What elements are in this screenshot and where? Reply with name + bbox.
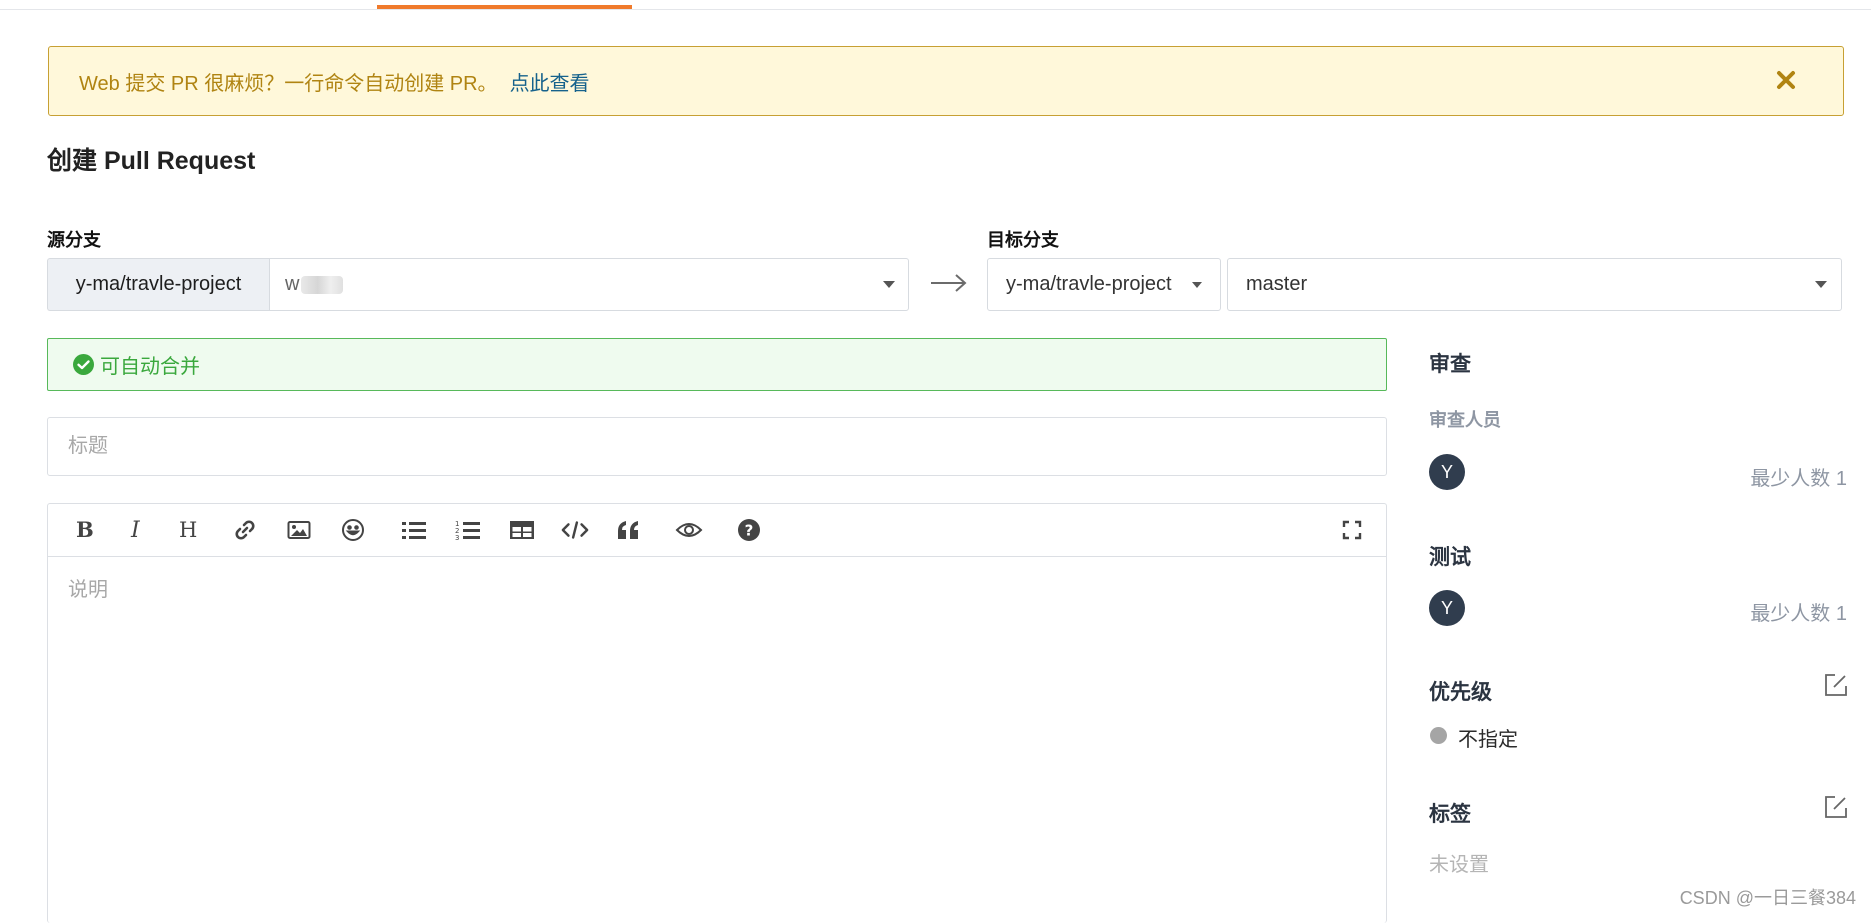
fullscreen-icon[interactable] [1338, 516, 1366, 544]
edit-icon[interactable] [1824, 673, 1848, 697]
target-branch-label: 目标分支 [987, 230, 1059, 250]
preview-eye-icon[interactable] [675, 516, 703, 544]
target-branch-select[interactable]: master [1227, 258, 1842, 311]
editor-toolbar: B I H 1 2 3 ? [48, 504, 1386, 557]
chevron-down-icon [883, 281, 895, 288]
banner-link[interactable]: 点此查看 [510, 67, 590, 96]
check-circle-icon [73, 354, 94, 375]
help-icon[interactable]: ? [735, 516, 763, 544]
review-heading: 审查 [1429, 353, 1471, 376]
priority-dot-icon [1430, 727, 1447, 744]
table-icon[interactable] [508, 516, 536, 544]
description-editor: B I H 1 2 3 ? 说明 [47, 503, 1387, 923]
image-icon[interactable] [285, 516, 313, 544]
cli-tip-banner: Web 提交 PR 很麻烦？一行命令自动创建 PR。 点此查看 [48, 46, 1844, 116]
merge-status-text: 可自动合并 [100, 356, 200, 378]
svg-text:?: ? [745, 522, 754, 540]
svg-text:3: 3 [455, 534, 459, 541]
close-icon[interactable] [1773, 67, 1799, 93]
redacted-branch-text [301, 275, 344, 294]
labels-heading: 标签 [1429, 803, 1471, 826]
svg-text:B: B [76, 519, 94, 541]
testing-heading: 测试 [1429, 546, 1471, 569]
svg-text:I: I [130, 519, 141, 541]
target-repo-value: y-ma/travle-project [1006, 273, 1172, 295]
heading-icon[interactable]: H [176, 516, 204, 544]
bullet-list-icon[interactable] [400, 516, 428, 544]
emoji-icon[interactable] [339, 516, 367, 544]
active-tab-indicator [377, 5, 632, 9]
banner-text: Web 提交 PR 很麻烦？一行命令自动创建 PR。 [79, 72, 498, 95]
priority-heading: 优先级 [1429, 681, 1492, 704]
chevron-down-icon [1192, 282, 1202, 288]
edit-icon[interactable] [1824, 795, 1848, 819]
svg-text:H: H [179, 519, 197, 541]
top-nav-border [0, 0, 1871, 10]
avatar[interactable]: Y [1429, 454, 1465, 490]
code-icon[interactable] [561, 516, 589, 544]
numbered-list-icon[interactable]: 1 2 3 [454, 516, 482, 544]
target-branch-value: master [1246, 273, 1308, 295]
source-branch-select[interactable]: w [269, 258, 909, 311]
page-title: 创建 Pull Request [47, 147, 256, 175]
arrow-right-icon [931, 274, 967, 292]
chevron-down-icon [1815, 281, 1827, 288]
quote-icon[interactable] [615, 516, 643, 544]
avatar[interactable]: Y [1429, 590, 1465, 626]
bold-icon[interactable]: B [70, 516, 98, 544]
pr-title-input[interactable] [47, 417, 1387, 476]
priority-value: 不指定 [1458, 729, 1518, 751]
merge-status-box: 可自动合并 [47, 338, 1387, 391]
link-icon[interactable] [231, 516, 259, 544]
description-textarea[interactable] [48, 557, 1386, 917]
watermark: CSDN @一日三餐384 [1679, 888, 1856, 908]
testers-min-count: 最少人数 1 [1750, 603, 1847, 625]
source-repo: y-ma/travle-project [47, 258, 269, 311]
source-branch-value: w [285, 273, 300, 295]
reviewers-label: 审查人员 [1429, 410, 1501, 430]
italic-icon[interactable]: I [123, 516, 151, 544]
labels-value: 未设置 [1429, 854, 1489, 876]
source-branch-label: 源分支 [47, 230, 101, 250]
target-repo-select[interactable]: y-ma/travle-project [987, 258, 1221, 311]
reviewers-min-count: 最少人数 1 [1750, 468, 1847, 490]
